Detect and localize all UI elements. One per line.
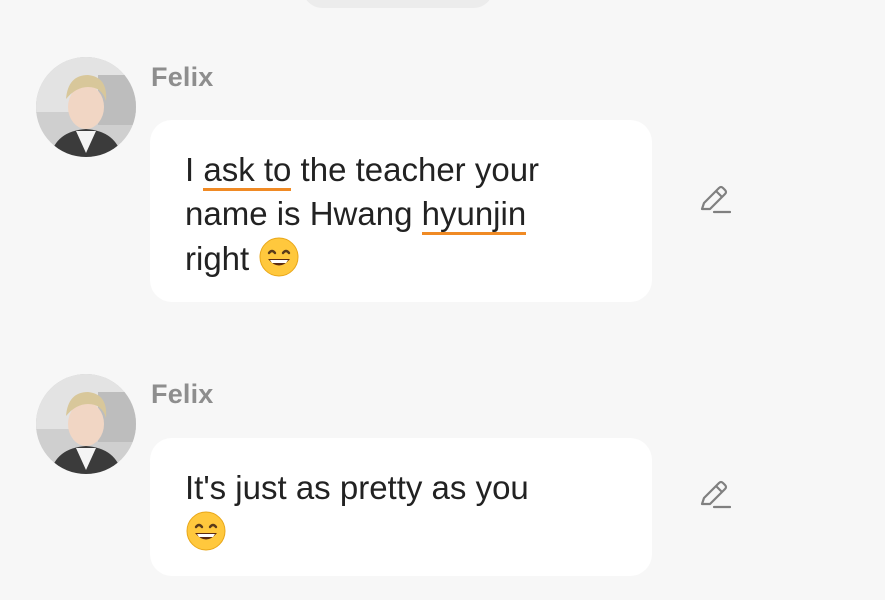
top-date-pill	[303, 0, 493, 8]
highlighted-phrase[interactable]: hyunjin	[421, 195, 527, 235]
avatar[interactable]	[36, 57, 136, 157]
pencil-icon[interactable]	[697, 183, 732, 217]
message-line: name is Hwang hyunjin	[185, 192, 618, 236]
avatar[interactable]	[36, 374, 136, 474]
message-text: name is Hwang	[185, 195, 422, 232]
message-text: the teacher your	[291, 151, 540, 188]
message-text: I	[185, 151, 204, 188]
highlighted-phrase[interactable]: ask to	[203, 151, 292, 191]
message-line: It's just as pretty as you	[185, 466, 618, 510]
message-bubble[interactable]: I ask to the teacher your name is Hwang …	[150, 120, 652, 302]
message-line: I ask to the teacher your	[185, 148, 618, 192]
grinning-face-emoji	[258, 236, 300, 278]
message-line: right	[185, 236, 618, 281]
chat-screen: Felix I ask to the teacher your name is …	[0, 0, 885, 600]
message-line	[185, 510, 618, 555]
message-text: right	[185, 240, 259, 277]
message-text: It's just as pretty as you	[185, 469, 529, 506]
pencil-icon[interactable]	[697, 478, 732, 512]
message-bubble[interactable]: It's just as pretty as you	[150, 438, 652, 576]
sender-name: Felix	[151, 379, 214, 409]
sender-name: Felix	[151, 62, 214, 92]
grinning-face-emoji	[185, 510, 227, 552]
